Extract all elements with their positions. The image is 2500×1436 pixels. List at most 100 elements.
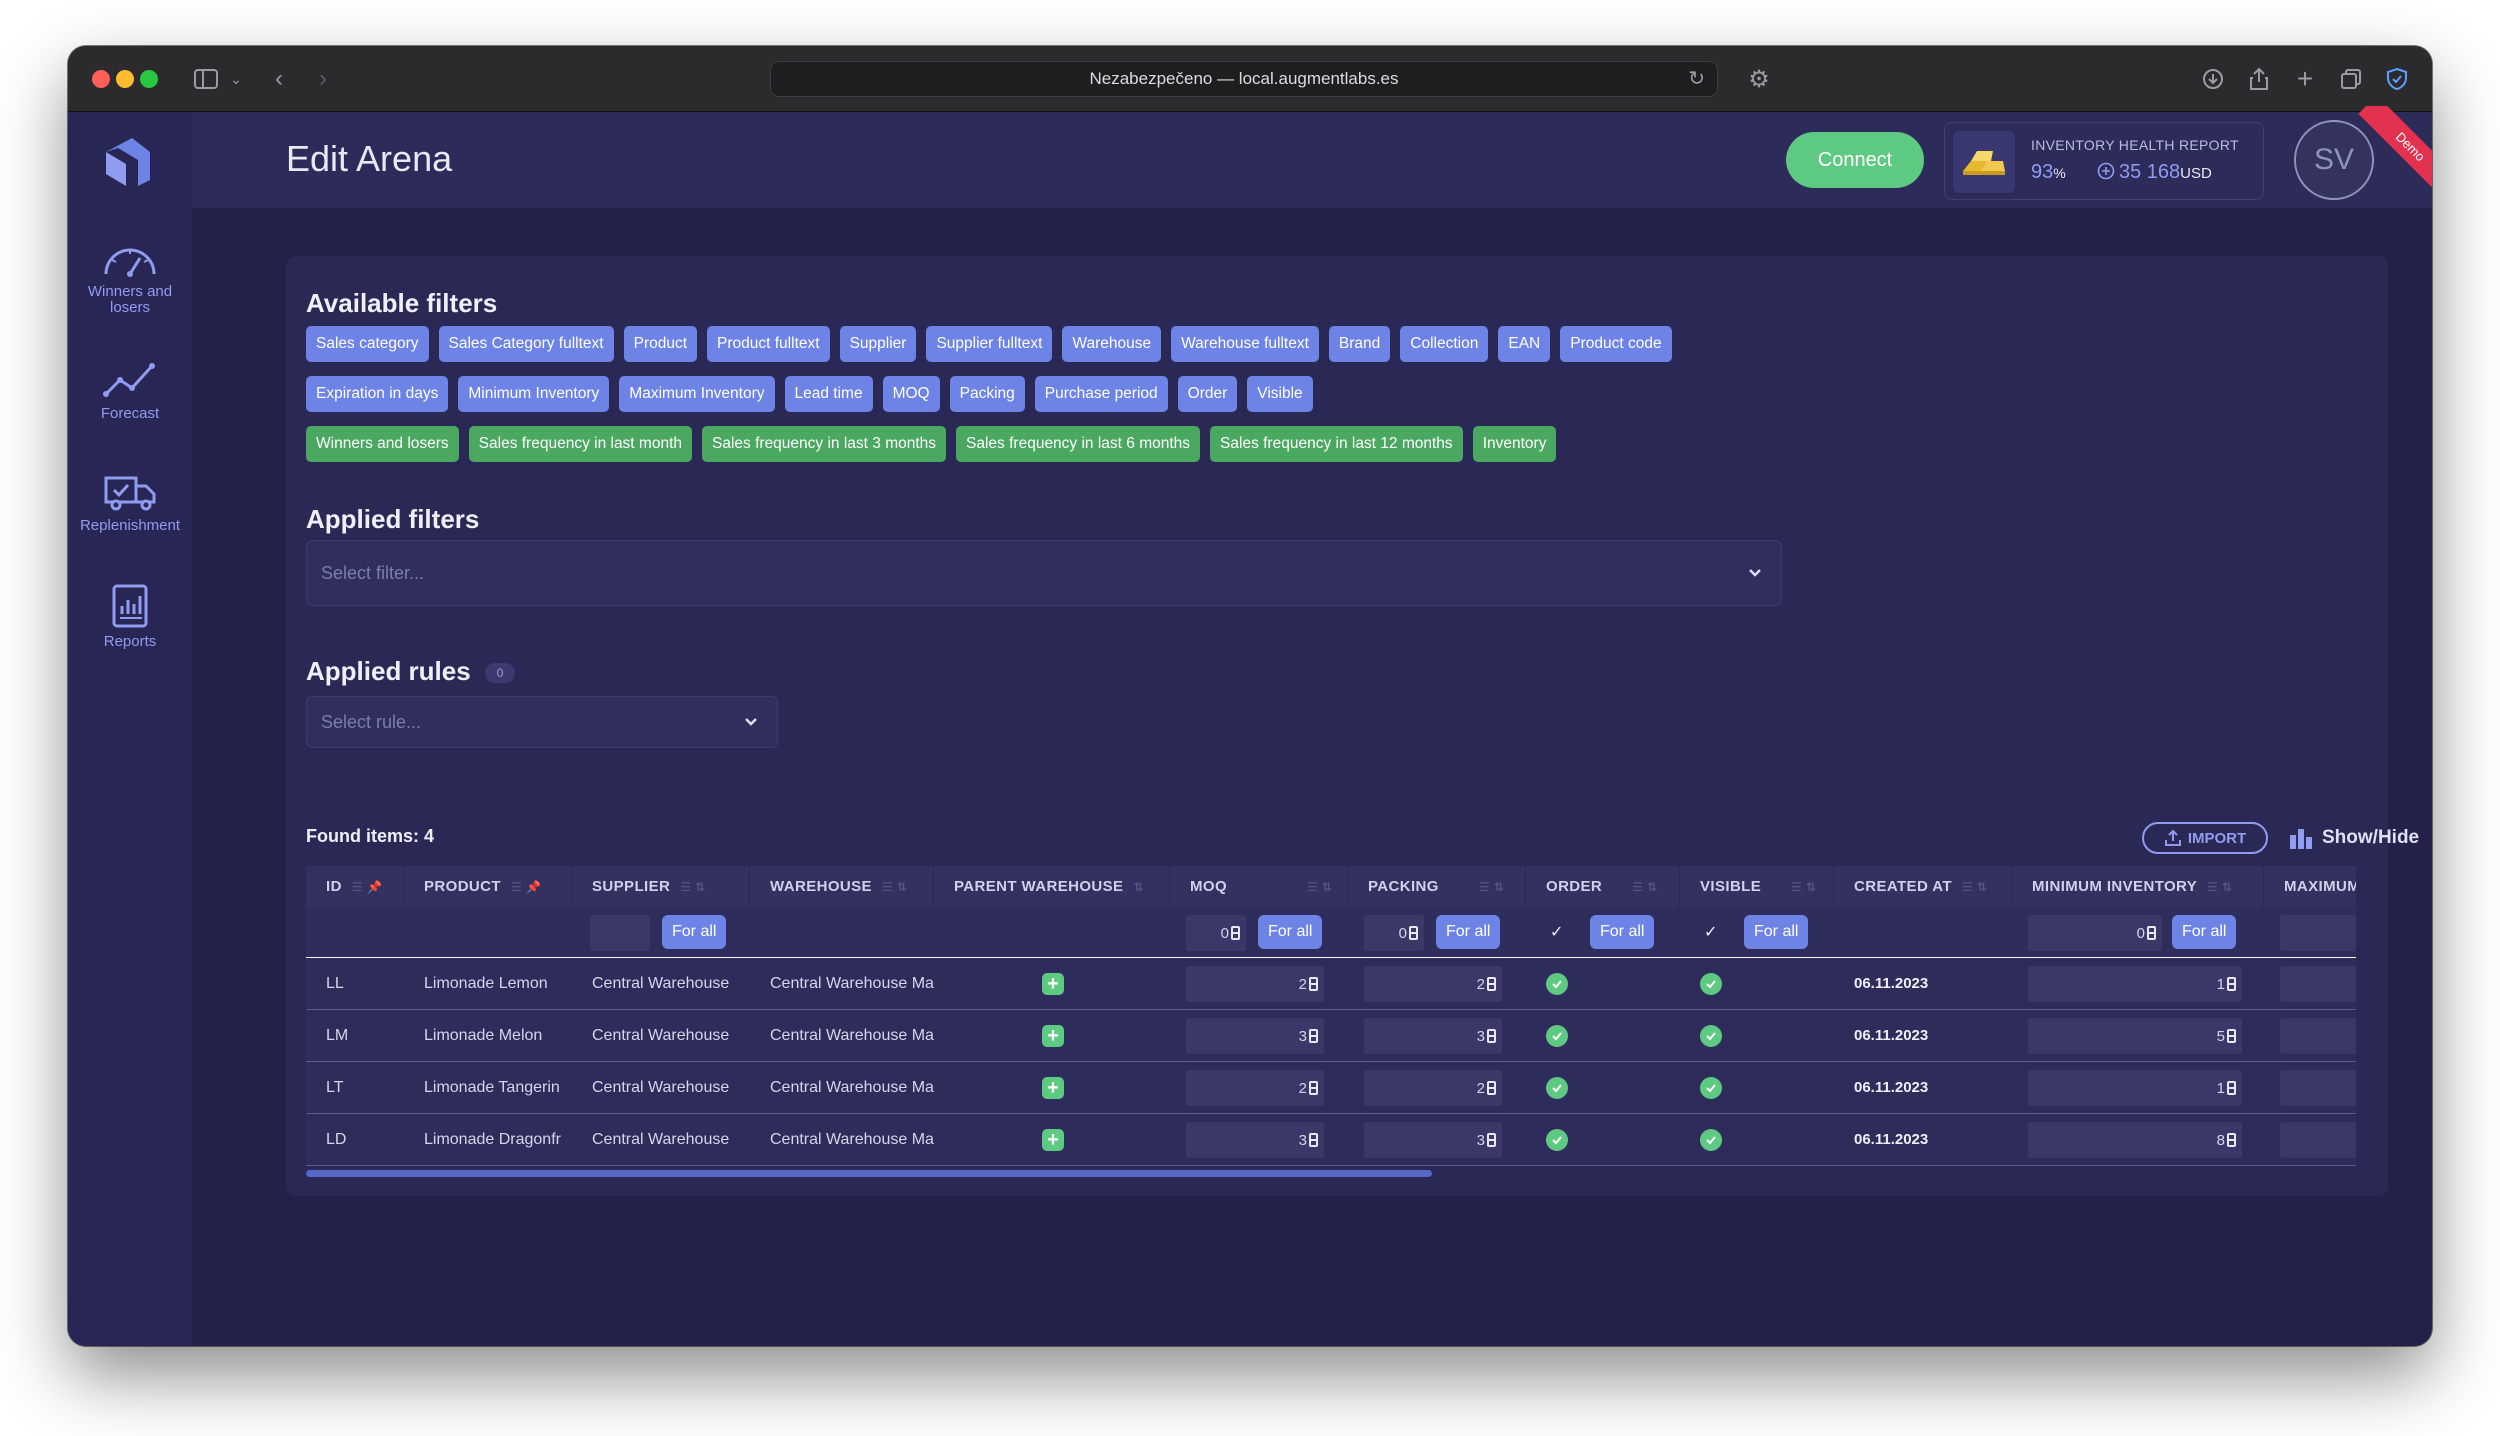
column-header-warehouse[interactable]: WAREHOUSE ☰ ⇅ (750, 866, 934, 908)
visible-bulk-checkbox[interactable]: ✓ (1704, 922, 1717, 942)
add-parent-warehouse-icon[interactable]: + (1042, 1025, 1064, 1047)
new-tab-icon[interactable]: + (2290, 62, 2320, 96)
sidebar-item-replenishment[interactable]: Replenishment (68, 472, 192, 534)
filter-chip[interactable]: Warehouse (1062, 326, 1162, 362)
column-header-moq[interactable]: MOQ ☰ ⇅ (1170, 866, 1348, 908)
max-inventory-input[interactable] (2280, 1122, 2356, 1158)
filter-chip[interactable]: Supplier fulltext (926, 326, 1053, 362)
filter-chip[interactable]: Packing (949, 376, 1025, 412)
filter-chip[interactable]: EAN (1498, 326, 1551, 362)
inventory-health-widget[interactable]: INVENTORY HEALTH REPORT 93% 35 168USD (1944, 122, 2264, 200)
order-checked-icon[interactable] (1546, 1025, 1568, 1047)
column-header-maximum-inventory[interactable]: MAXIMUM I (2264, 866, 2356, 908)
filter-chip[interactable]: Visible (1247, 376, 1313, 412)
column-header-supplier[interactable]: SUPPLIER ☰ ⇅ (572, 866, 750, 908)
filter-chip[interactable]: Maximum Inventory (619, 376, 775, 412)
sidebar-item-winners-and-losers[interactable]: Winners and losers (68, 238, 192, 316)
order-checked-icon[interactable] (1546, 1129, 1568, 1151)
min-inventory-input[interactable]: 1 (2028, 1070, 2242, 1106)
filter-chip[interactable]: Expiration in days (306, 376, 449, 412)
tabs-overview-icon[interactable] (2336, 62, 2366, 96)
forward-icon[interactable]: › (308, 62, 338, 96)
moq-input[interactable]: 2 (1186, 1070, 1324, 1106)
moq-for-all-button[interactable]: For all (1258, 915, 1323, 949)
share-icon[interactable] (2244, 62, 2274, 96)
add-parent-warehouse-icon[interactable]: + (1042, 1077, 1064, 1099)
packing-input[interactable]: 2 (1364, 1070, 1502, 1106)
filter-chip[interactable]: Product fulltext (707, 326, 830, 362)
column-header-visible[interactable]: VISIBLE ☰ ⇅ (1680, 866, 1834, 908)
packing-input[interactable]: 3 (1364, 1018, 1502, 1054)
filter-chip[interactable]: Sales category (306, 326, 429, 362)
min-inventory-input[interactable]: 8 (2028, 1122, 2242, 1158)
moq-input[interactable]: 3 (1186, 1018, 1324, 1054)
min-inventory-bulk-input[interactable]: 0 (2028, 915, 2162, 951)
packing-input[interactable]: 2 (1364, 966, 1502, 1002)
filter-chip[interactable]: Sales frequency in last 6 months (956, 426, 1201, 462)
min-inventory-input[interactable]: 1 (2028, 966, 2242, 1002)
visible-checked-icon[interactable] (1700, 1077, 1722, 1099)
download-icon[interactable] (2198, 62, 2228, 96)
filter-chip[interactable]: Brand (1328, 326, 1391, 362)
filter-chip[interactable]: Sales frequency in last 3 months (702, 426, 947, 462)
order-for-all-button[interactable]: For all (1590, 915, 1655, 949)
settings-gear-icon[interactable]: ⚙ (1744, 62, 1774, 96)
packing-bulk-input[interactable]: 0 (1364, 915, 1424, 951)
filter-chip[interactable]: Lead time (784, 376, 873, 412)
filter-chip[interactable]: Sales Category fulltext (438, 326, 614, 362)
order-checked-icon[interactable] (1546, 973, 1568, 995)
column-header-minimum-inventory[interactable]: MINIMUM INVENTORY ☰ ⇅ (2012, 866, 2264, 908)
filter-chip[interactable]: Winners and losers (306, 426, 459, 462)
max-inventory-bulk-input[interactable] (2280, 915, 2356, 951)
filter-chip[interactable]: Product (623, 326, 698, 362)
max-inventory-input[interactable] (2280, 966, 2356, 1002)
column-header-order[interactable]: ORDER ☰ ⇅ (1526, 866, 1680, 908)
sidebar-toggle-icon[interactable] (186, 62, 226, 96)
sidebar-item-forecast[interactable]: Forecast (68, 360, 192, 422)
visible-for-all-button[interactable]: For all (1744, 915, 1809, 949)
column-header-parent-warehouse[interactable]: PARENT WAREHOUSE ⇅ (934, 866, 1170, 908)
add-parent-warehouse-icon[interactable]: + (1042, 1129, 1064, 1151)
column-header-product[interactable]: PRODUCT ☰ 📌 (404, 866, 572, 908)
filter-chip[interactable]: Sales frequency in last month (468, 426, 693, 462)
supplier-for-all-button[interactable]: For all (662, 915, 727, 949)
filter-chip[interactable]: Purchase period (1034, 376, 1168, 412)
table-row[interactable]: LT Limonade Tangerin Central Warehouse C… (306, 1062, 2356, 1114)
visible-checked-icon[interactable] (1700, 1129, 1722, 1151)
min-inventory-for-all-button[interactable]: For all (2172, 915, 2237, 949)
moq-bulk-input[interactable]: 0 (1186, 915, 1246, 951)
minimize-window-button[interactable] (116, 70, 134, 88)
filter-chip[interactable]: Collection (1400, 326, 1489, 362)
reload-icon[interactable]: ↻ (1688, 66, 1705, 91)
rule-select[interactable]: Select rule... (306, 696, 778, 748)
table-row[interactable]: LM Limonade Melon Central Warehouse Cent… (306, 1010, 2356, 1062)
column-header-packing[interactable]: PACKING ☰ ⇅ (1348, 866, 1526, 908)
app-logo-icon[interactable] (98, 130, 158, 190)
moq-input[interactable]: 2 (1186, 966, 1324, 1002)
filter-chip[interactable]: Supplier (839, 326, 917, 362)
filter-chip[interactable]: Minimum Inventory (458, 376, 610, 412)
moq-input[interactable]: 3 (1186, 1122, 1324, 1158)
sidebar-item-reports[interactable]: Reports (68, 584, 192, 650)
max-inventory-input[interactable] (2280, 1018, 2356, 1054)
filter-select[interactable]: Select filter... (306, 540, 1782, 606)
close-window-button[interactable] (92, 70, 110, 88)
order-checked-icon[interactable] (1546, 1077, 1568, 1099)
connect-button[interactable]: Connect (1786, 132, 1924, 188)
filter-chip[interactable]: Sales frequency in last 12 months (1210, 426, 1463, 462)
chevron-down-icon[interactable]: ⌄ (226, 62, 246, 96)
visible-checked-icon[interactable] (1700, 1025, 1722, 1047)
filter-chip[interactable]: Order (1177, 376, 1238, 412)
table-row[interactable]: LL Limonade Lemon Central Warehouse Cent… (306, 958, 2356, 1010)
supplier-bulk-input[interactable] (590, 915, 650, 951)
filter-chip[interactable]: Warehouse fulltext (1171, 326, 1319, 362)
packing-input[interactable]: 3 (1364, 1122, 1502, 1158)
filter-chip[interactable]: Inventory (1472, 426, 1557, 462)
visible-checked-icon[interactable] (1700, 973, 1722, 995)
table-row[interactable]: LD Limonade Dragonfr Central Warehouse C… (306, 1114, 2356, 1166)
shield-icon[interactable] (2382, 62, 2412, 96)
show-hide-columns-button[interactable]: Show/Hide (2288, 822, 2419, 854)
import-button[interactable]: IMPORT (2142, 822, 2268, 854)
table-horizontal-scrollbar[interactable] (306, 1170, 1432, 1177)
order-bulk-checkbox[interactable]: ✓ (1550, 922, 1563, 942)
